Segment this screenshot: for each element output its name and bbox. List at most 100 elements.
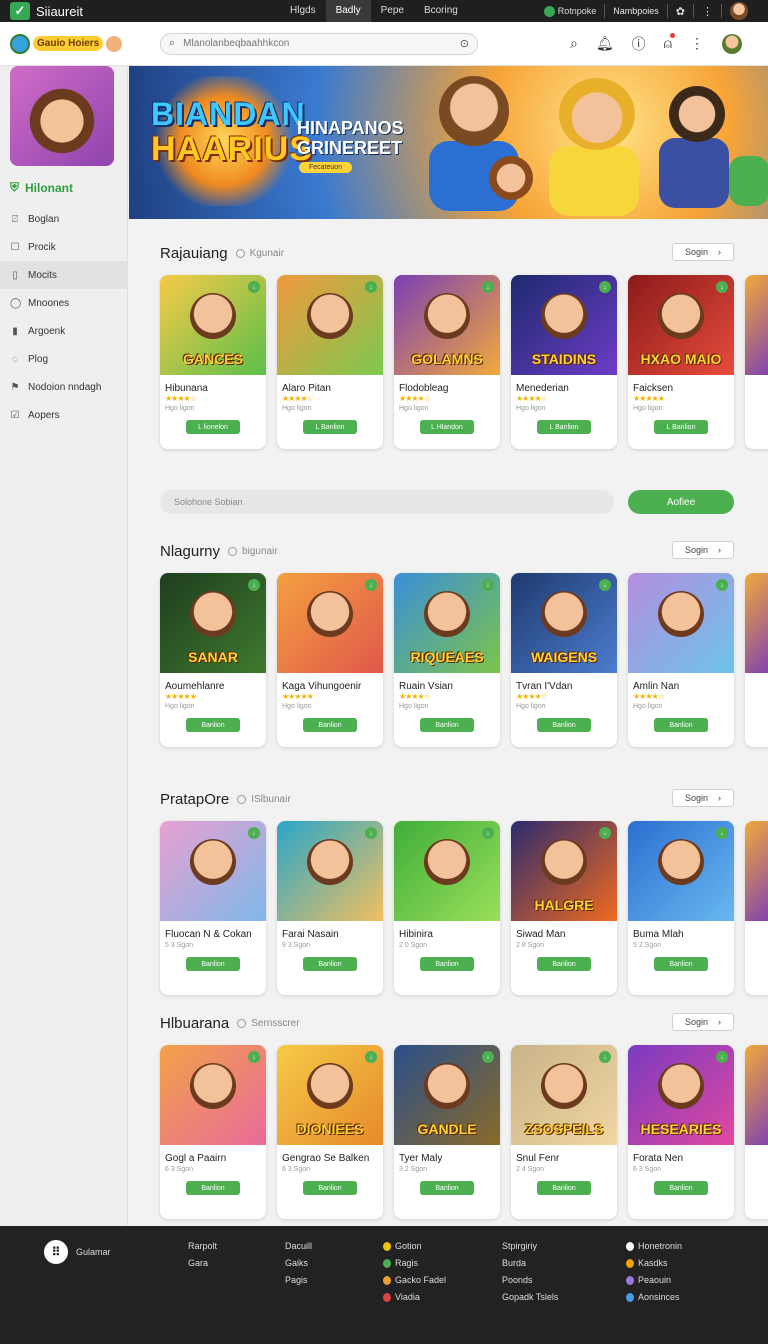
game-thumbnail[interactable]: ↓ bbox=[628, 821, 734, 921]
footer-link[interactable]: Dacuill bbox=[285, 1242, 312, 1251]
game-card[interactable]: ↓ Kaga Vihungoenir ★★★★★ Hgo ligon Banli… bbox=[277, 573, 383, 747]
game-name[interactable]: Tvran I'Vdan bbox=[511, 673, 617, 692]
game-name[interactable]: Faicksen bbox=[628, 375, 734, 394]
get-button[interactable]: Banlion bbox=[420, 957, 474, 971]
get-button[interactable]: Banlion bbox=[420, 1181, 474, 1195]
download-icon[interactable]: ↓ bbox=[482, 1051, 494, 1063]
footer-link[interactable]: Viadia bbox=[383, 1293, 446, 1302]
game-thumbnail[interactable]: ↓ bbox=[394, 821, 500, 921]
game-card[interactable]: HESEARIES ↓ Forata Nen 6 3 Sgon Banlion bbox=[628, 1045, 734, 1219]
download-icon[interactable]: ↓ bbox=[599, 827, 611, 839]
game-thumbnail[interactable]: SANAR ↓ bbox=[160, 573, 266, 673]
footer-link[interactable]: Rarpolt bbox=[188, 1242, 217, 1251]
game-thumbnail[interactable]: GANDLE ↓ bbox=[394, 1045, 500, 1145]
get-button[interactable]: Banlion bbox=[186, 718, 240, 732]
download-icon[interactable]: ↓ bbox=[248, 579, 260, 591]
info-icon[interactable]: ⓘ bbox=[632, 34, 646, 54]
get-button[interactable]: Banlion bbox=[537, 718, 591, 732]
get-button[interactable]: Banlion bbox=[654, 1181, 708, 1195]
game-card[interactable]: WAIGENS ↓ Tvran I'Vdan ★★★★☆ Hgo ligon B… bbox=[511, 573, 617, 747]
download-icon[interactable]: ↓ bbox=[599, 579, 611, 591]
sidebar-user[interactable]: ⛨ Hilonant bbox=[0, 180, 127, 195]
search-input[interactable] bbox=[183, 38, 452, 49]
top-nav-item[interactable]: Hlgds bbox=[280, 0, 326, 22]
download-icon[interactable]: ↓ bbox=[482, 579, 494, 591]
download-icon[interactable]: ↓ bbox=[248, 281, 260, 293]
game-card[interactable]: STAIDINS ↓ Menederian ★★★★☆ Hgo ligon L … bbox=[511, 275, 617, 449]
game-card[interactable]: ↓ Gogl a Paairn 6 3 Sgon Banlion bbox=[160, 1045, 266, 1219]
game-thumbnail[interactable]: HESEARIES ↓ bbox=[628, 1045, 734, 1145]
brand[interactable]: ✓ Siiaureit bbox=[0, 2, 280, 20]
get-button[interactable]: L Banlion bbox=[654, 420, 708, 434]
game-name[interactable]: Ruain Vsian bbox=[394, 673, 500, 692]
search-bar[interactable]: ⌕ ⊙ bbox=[160, 32, 478, 55]
game-thumbnail[interactable]: GOLAMNS ↓ bbox=[394, 275, 500, 375]
footer-brand[interactable]: ⠿ Gulamar bbox=[44, 1240, 111, 1264]
get-button[interactable]: L lionelon bbox=[186, 420, 240, 434]
game-card[interactable]: HALGRE ↓ Siwad Man 2 8 Sgon Banlion bbox=[511, 821, 617, 995]
footer-link[interactable]: Ragis bbox=[383, 1259, 446, 1268]
get-button[interactable]: Banlion bbox=[420, 718, 474, 732]
flower-icon[interactable]: ✿ bbox=[676, 5, 685, 18]
download-icon[interactable]: ↓ bbox=[716, 579, 728, 591]
section-see-more-button[interactable]: Sogin › bbox=[672, 789, 734, 807]
profile-image[interactable] bbox=[10, 66, 114, 166]
game-thumbnail[interactable]: ↓ bbox=[160, 821, 266, 921]
game-thumbnail[interactable]: DIONIEES ↓ bbox=[277, 1045, 383, 1145]
get-button[interactable]: Banlion bbox=[186, 1181, 240, 1195]
game-card[interactable]: ↓ Farai Nasain 9 3 Sgon Banlion bbox=[277, 821, 383, 995]
game-name[interactable]: Gogl a Paairn bbox=[160, 1145, 266, 1164]
notification-icon[interactable]: ⍝ bbox=[664, 33, 675, 52]
get-button[interactable]: L Banlion bbox=[303, 420, 357, 434]
game-card[interactable]: ↓ Fluocan N & Cokan 5 3 Sgon Banlion bbox=[160, 821, 266, 995]
search-icon[interactable]: ⌕ bbox=[570, 35, 578, 52]
promo-button[interactable]: Aofiee bbox=[628, 490, 734, 514]
get-button[interactable]: L Hlandon bbox=[420, 420, 474, 434]
sidebar-item-active[interactable]: ▯ Mocits bbox=[0, 261, 127, 289]
get-button[interactable]: Banlion bbox=[186, 957, 240, 971]
download-icon[interactable]: ↓ bbox=[599, 281, 611, 293]
sidebar-item[interactable]: ⍁ Boglan bbox=[0, 205, 127, 233]
get-button[interactable]: Banlion bbox=[654, 957, 708, 971]
game-name[interactable]: Siwad Man bbox=[511, 921, 617, 940]
game-thumbnail[interactable]: HALGRE ↓ bbox=[511, 821, 617, 921]
top-pill[interactable]: Rotnpoke bbox=[543, 5, 596, 17]
sidebar-item[interactable]: ◯ Mnoones bbox=[0, 289, 127, 317]
game-card[interactable]: ↓ Amlin Nan ★★★★☆ Hgo ligon Banlion bbox=[628, 573, 734, 747]
section-see-more-button[interactable]: Sogin › bbox=[672, 1013, 734, 1031]
game-card[interactable]: HXAO MAIO ↓ Faicksen ★★★★★ Hgo ligon L B… bbox=[628, 275, 734, 449]
game-card-partial[interactable] bbox=[745, 275, 768, 449]
footer-link[interactable]: Gotion bbox=[383, 1242, 446, 1251]
game-name[interactable]: Forata Nen bbox=[628, 1145, 734, 1164]
footer-link[interactable]: Burda bbox=[502, 1259, 558, 1268]
game-card[interactable]: DIONIEES ↓ Gengrao Se Balken 6 3 Sgon Ba… bbox=[277, 1045, 383, 1219]
game-thumbnail[interactable]: HXAO MAIO ↓ bbox=[628, 275, 734, 375]
game-card[interactable]: SANAR ↓ Aoumehlanre ★★★★★ Hgo ligon Banl… bbox=[160, 573, 266, 747]
footer-link[interactable]: Gaiks bbox=[285, 1259, 312, 1268]
game-thumbnail[interactable]: WAIGENS ↓ bbox=[511, 573, 617, 673]
game-name[interactable]: Gengrao Se Balken bbox=[277, 1145, 383, 1164]
get-button[interactable]: Banlion bbox=[303, 718, 357, 732]
sidebar-item[interactable]: ◌ Plog bbox=[0, 345, 127, 373]
download-icon[interactable]: ↓ bbox=[716, 281, 728, 293]
game-card[interactable]: RIQUEAES ↓ Ruain Vsian ★★★★☆ Hgo ligon B… bbox=[394, 573, 500, 747]
download-icon[interactable]: ↓ bbox=[365, 1051, 377, 1063]
game-name[interactable]: Hibunana bbox=[160, 375, 266, 394]
game-card[interactable]: ↓ Alaro Pitan ★★★★☆ Hgo ligon L Banlion bbox=[277, 275, 383, 449]
game-thumbnail[interactable]: ↓ bbox=[277, 573, 383, 673]
download-icon[interactable]: ↓ bbox=[365, 827, 377, 839]
user-avatar-small[interactable] bbox=[730, 2, 748, 20]
footer-link[interactable]: Poonds bbox=[502, 1276, 558, 1285]
game-thumbnail[interactable]: ↓ bbox=[628, 573, 734, 673]
game-name[interactable]: Aoumehlanre bbox=[160, 673, 266, 692]
get-button[interactable]: Banlion bbox=[303, 1181, 357, 1195]
game-card[interactable]: GOLAMNS ↓ Flodobleag ★★★★☆ Hgo ligon L H… bbox=[394, 275, 500, 449]
banner-badge[interactable]: Fecateuon bbox=[299, 162, 353, 173]
section-see-more-button[interactable]: Sogin › bbox=[672, 243, 734, 261]
game-name[interactable]: Kaga Vihungoenir bbox=[277, 673, 383, 692]
footer-link[interactable]: Gopadk Tslels bbox=[502, 1293, 558, 1302]
game-card[interactable]: ZSOSPEILS ↓ Snul Fenr 2 4 Sgon Banlion bbox=[511, 1045, 617, 1219]
footer-link[interactable]: Pagis bbox=[285, 1276, 312, 1285]
top-nav-item[interactable]: Pepe bbox=[371, 0, 414, 22]
game-name[interactable]: Buma Mlah bbox=[628, 921, 734, 940]
